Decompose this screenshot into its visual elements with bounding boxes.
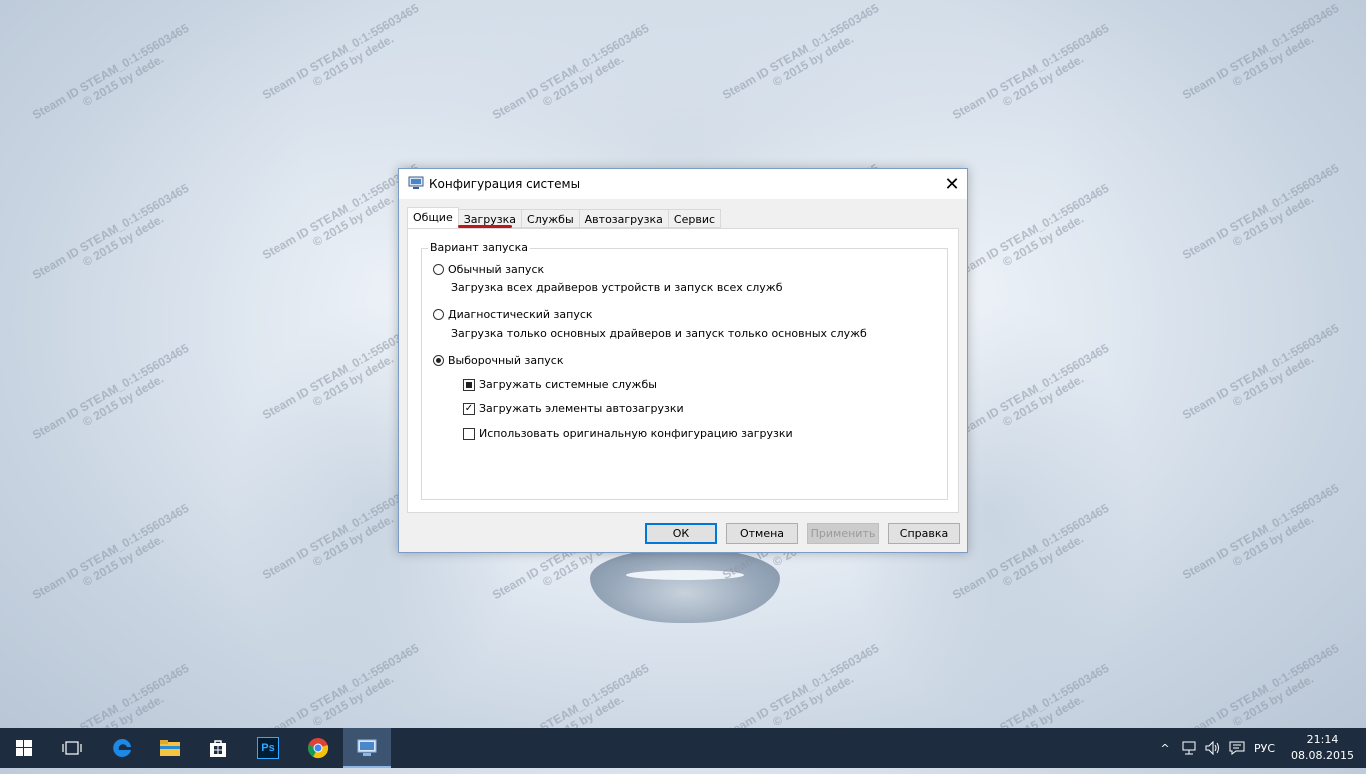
chrome-icon (308, 738, 329, 759)
group-title: Вариант запуска (428, 241, 530, 254)
normal-startup-radio[interactable]: Обычный запуск (433, 263, 544, 276)
normal-startup-label: Обычный запуск (448, 263, 545, 276)
tab-general[interactable]: Общие (407, 207, 459, 229)
store-button[interactable] (194, 728, 242, 768)
chrome-button[interactable] (294, 728, 342, 768)
show-hidden-icons-chevron-icon[interactable]: ^ (1158, 742, 1172, 755)
diagnostic-startup-description: Загрузка только основных драйверов и зап… (451, 327, 867, 340)
radio-circle[interactable] (433, 309, 444, 320)
msconfig-icon (357, 739, 377, 756)
normal-startup-description: Загрузка всех драйверов устройств и запу… (451, 281, 783, 294)
language-indicator[interactable]: РУС (1254, 742, 1275, 755)
tab-services[interactable]: Службы (522, 209, 580, 228)
checkbox-box[interactable] (463, 378, 475, 391)
load-startup-items-checkbox[interactable]: ✓ Загружать элементы автозагрузки (463, 402, 684, 415)
tab-strip: Общие Загрузка Службы Автозагрузка Серви… (407, 207, 722, 229)
store-icon (210, 740, 226, 757)
photoshop-button[interactable]: Ps (244, 728, 292, 768)
dialog-title: Конфигурация системы (429, 177, 581, 191)
cancel-button[interactable]: Отмена (726, 523, 798, 544)
tab-panel-general: Вариант запуска Обычный запуск Загрузка … (407, 228, 959, 513)
clock-date: 08.08.2015 (1291, 749, 1354, 762)
radio-circle-checked[interactable] (433, 355, 444, 366)
load-system-services-label: Загружать системные службы (479, 378, 657, 391)
dialog-titlebar[interactable]: Конфигурация системы ✕ (399, 169, 967, 199)
checkmark-icon[interactable]: ✓ (463, 402, 475, 415)
network-icon[interactable] (1180, 740, 1198, 756)
tab-startup[interactable]: Автозагрузка (579, 209, 669, 228)
action-center-icon[interactable] (1228, 740, 1246, 756)
close-icon: ✕ (944, 173, 960, 195)
radio-circle[interactable] (433, 264, 444, 275)
windows-start-icon (16, 740, 32, 756)
msconfig-taskbar-button[interactable] (343, 728, 391, 768)
apply-button[interactable]: Применить (807, 523, 879, 544)
edge-icon (113, 738, 131, 757)
task-view-button[interactable] (48, 728, 96, 768)
checkbox-box[interactable] (463, 427, 475, 440)
load-startup-items-label: Загружать элементы автозагрузки (479, 402, 684, 415)
ok-button[interactable]: ОК (645, 523, 717, 544)
task-view-icon (62, 741, 82, 755)
file-explorer-icon (160, 740, 180, 756)
taskbar: Ps ^ РУС 21:14 08.08.2015 (0, 728, 1366, 768)
selective-startup-label: Выборочный запуск (448, 354, 564, 367)
clock-time: 21:14 (1306, 733, 1339, 746)
msconfig-icon (408, 176, 424, 189)
photoshop-icon: Ps (257, 737, 279, 759)
use-original-boot-config-checkbox[interactable]: Использовать оригинальную конфигурацию з… (463, 427, 793, 440)
edge-button[interactable] (98, 728, 146, 768)
selective-startup-radio[interactable]: Выборочный запуск (433, 354, 563, 367)
system-tray: ^ РУС (1158, 728, 1275, 768)
tab-tools[interactable]: Сервис (668, 209, 722, 228)
diagnostic-startup-radio[interactable]: Диагностический запуск (433, 308, 593, 321)
start-button[interactable] (0, 728, 48, 768)
close-button[interactable]: ✕ (937, 169, 967, 199)
startup-selection-group: Вариант запуска Обычный запуск Загрузка … (421, 241, 948, 500)
diagnostic-startup-label: Диагностический запуск (448, 308, 593, 321)
use-original-boot-config-label: Использовать оригинальную конфигурацию з… (479, 427, 793, 440)
help-button[interactable]: Справка (888, 523, 960, 544)
volume-icon[interactable] (1204, 740, 1222, 756)
annotation-underline (458, 225, 512, 228)
file-explorer-button[interactable] (146, 728, 194, 768)
clock[interactable]: 21:14 08.08.2015 (1291, 732, 1354, 764)
load-system-services-checkbox[interactable]: Загружать системные службы (463, 378, 657, 391)
